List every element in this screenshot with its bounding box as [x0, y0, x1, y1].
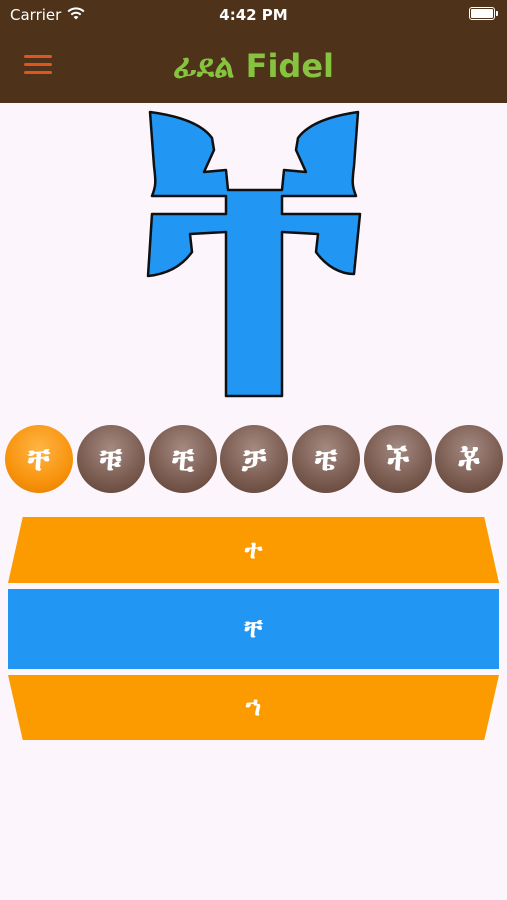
previous-letter-button[interactable]: ተ — [8, 517, 499, 583]
app-title: ፊደል Fidel — [173, 47, 334, 85]
form-circle-7[interactable]: ቾ — [435, 425, 503, 493]
clock: 4:42 PM — [219, 6, 288, 24]
form-circle-2[interactable]: ቹ — [77, 425, 145, 493]
battery-icon — [469, 7, 498, 20]
form-circle-6[interactable]: ች — [364, 425, 432, 493]
form-circle-5[interactable]: ቼ — [292, 425, 360, 493]
next-letter-label: ኀ — [245, 692, 262, 722]
top-bar: Carrier 4:42 PM ፊደል Fidel — [0, 0, 507, 103]
form-circle-4[interactable]: ቻ — [220, 425, 288, 493]
form-label: ች — [386, 439, 410, 478]
big-glyph-shape — [146, 110, 362, 398]
form-circle-1[interactable]: ቸ — [5, 425, 73, 493]
current-letter-button[interactable]: ቸ — [8, 589, 499, 669]
next-letter-button[interactable]: ኀ — [8, 675, 499, 740]
form-circle-3[interactable]: ቺ — [149, 425, 217, 493]
form-label: ቸ — [28, 439, 50, 478]
vowel-forms-row: ቸ ቹ ቺ ቻ ቼ ች ቾ — [0, 425, 507, 495]
form-label: ቾ — [458, 439, 480, 478]
form-label: ቻ — [241, 439, 267, 478]
status-bar: Carrier 4:42 PM — [0, 0, 507, 30]
form-label: ቼ — [314, 439, 338, 478]
previous-letter-label: ተ — [244, 534, 263, 565]
form-label: ቺ — [172, 439, 194, 478]
form-label: ቹ — [100, 439, 122, 478]
current-letter-label: ቸ — [244, 613, 263, 644]
big-glyph-display — [146, 110, 362, 398]
